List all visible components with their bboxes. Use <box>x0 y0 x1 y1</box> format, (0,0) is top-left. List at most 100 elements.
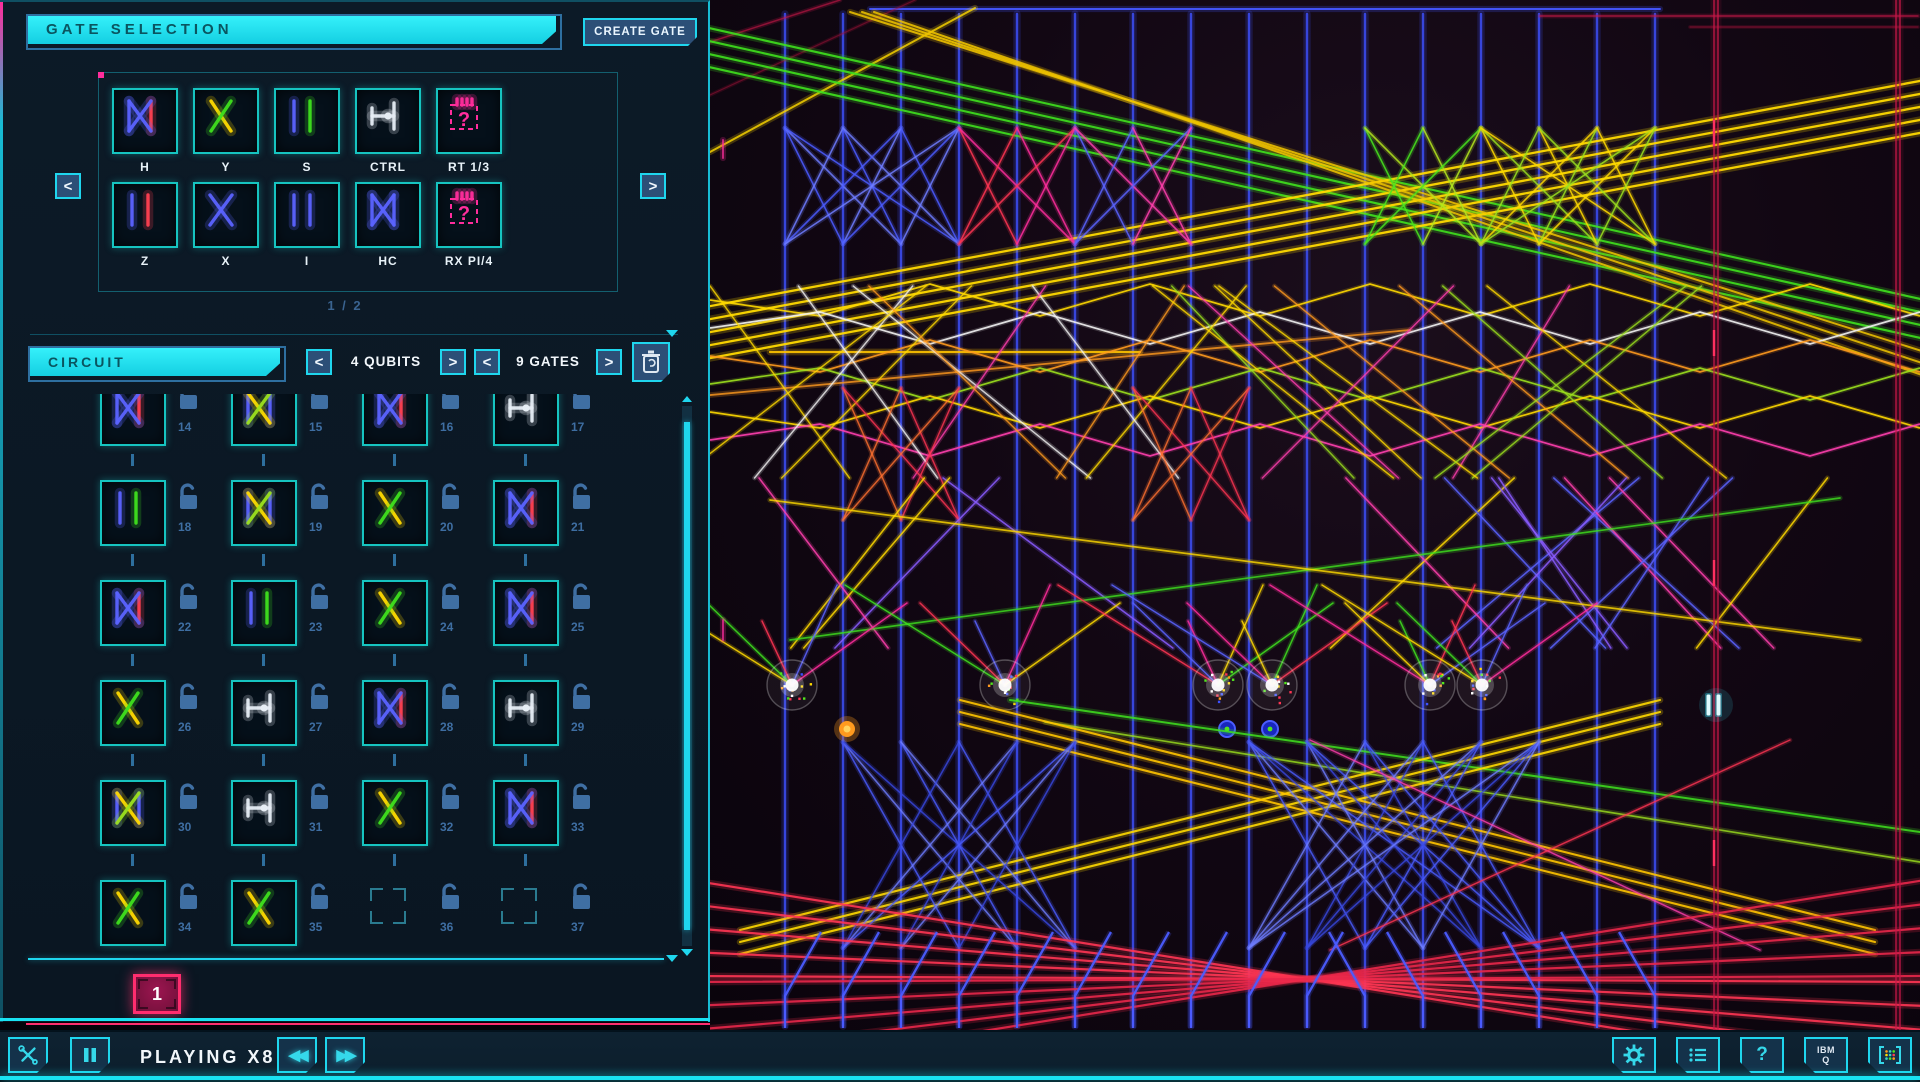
bottom-bar: PLAYING X8 ◀◀ ▶▶ ? IBM Q <box>0 1030 1920 1080</box>
empty-slot-tile[interactable] <box>362 880 428 946</box>
slot-number: 23 <box>309 620 322 634</box>
palette-gate-HC[interactable] <box>355 182 421 248</box>
unlocked-lock-icon <box>438 482 462 517</box>
slot-number: 26 <box>178 720 191 734</box>
gates-decrement-button[interactable]: < <box>474 349 500 375</box>
help-button[interactable]: ? <box>1740 1037 1784 1073</box>
palette-prev-button[interactable]: < <box>55 173 81 199</box>
palette-gate-H[interactable] <box>112 88 178 154</box>
unlocked-lock-icon <box>307 682 331 717</box>
panel-bottom-line <box>0 1018 710 1021</box>
slot-gate-tile[interactable] <box>362 680 428 746</box>
slot-gate-tile[interactable] <box>493 480 559 546</box>
create-gate-button[interactable]: CREATE GATE <box>583 18 697 46</box>
palette-gate-Y[interactable] <box>193 88 259 154</box>
slot-gate-tile[interactable] <box>362 580 428 646</box>
scroll-up-icon[interactable] <box>682 396 692 402</box>
unlocked-lock-icon <box>438 782 462 817</box>
slot-gate-tile[interactable] <box>231 680 297 746</box>
palette-gate-S[interactable] <box>274 88 340 154</box>
tools-button[interactable] <box>8 1037 48 1073</box>
slot-gate-tile[interactable] <box>231 394 297 446</box>
matrix-view-button[interactable] <box>1868 1037 1912 1073</box>
palette-gate-RT 1/3[interactable]: ? <box>436 88 502 154</box>
slot-gate-tile[interactable] <box>231 580 297 646</box>
gates-increment-button[interactable]: > <box>596 349 622 375</box>
unlocked-lock-icon <box>307 882 331 917</box>
palette-gate-X[interactable] <box>193 182 259 248</box>
palette-gate-label: I <box>262 254 352 268</box>
slot-connector <box>393 854 396 866</box>
circuit-page-badge[interactable]: 1 <box>133 974 181 1014</box>
slot-connector <box>131 754 134 766</box>
collapse-arrow-icon[interactable] <box>666 330 678 337</box>
unlocked-lock-icon <box>438 882 462 917</box>
slot-gate-tile[interactable] <box>100 394 166 446</box>
slot-connector <box>524 554 527 566</box>
slot-connector <box>393 754 396 766</box>
quantum-visualization-area <box>710 0 1920 1030</box>
slot-gate-tile[interactable] <box>493 680 559 746</box>
slot-number: 24 <box>440 620 453 634</box>
unlocked-lock-icon <box>438 582 462 617</box>
clear-circuit-button[interactable] <box>632 342 670 382</box>
circuit-scrollbar-thumb[interactable] <box>684 422 690 930</box>
palette-gate-I[interactable] <box>274 182 340 248</box>
slot-connector <box>262 454 265 466</box>
fast-forward-button[interactable]: ▶▶ <box>325 1037 365 1073</box>
palette-gate-label: RT 1/3 <box>424 160 514 174</box>
palette-gate-label: Z <box>100 254 190 268</box>
slot-gate-tile[interactable] <box>231 480 297 546</box>
slot-connector <box>524 454 527 466</box>
objectives-button[interactable] <box>1676 1037 1720 1073</box>
palette-page-indicator: 1 / 2 <box>300 298 390 313</box>
settings-button[interactable] <box>1612 1037 1656 1073</box>
slot-gate-tile[interactable] <box>493 780 559 846</box>
palette-gate-label: S <box>262 160 352 174</box>
fast-forward-icon: ▶▶ <box>336 1046 353 1064</box>
slot-number: 21 <box>571 520 584 534</box>
slot-number: 29 <box>571 720 584 734</box>
slot-gate-tile[interactable] <box>362 394 428 446</box>
slot-gate-tile[interactable] <box>100 780 166 846</box>
slot-gate-tile[interactable] <box>100 880 166 946</box>
slot-number: 33 <box>571 820 584 834</box>
slot-gate-tile[interactable] <box>362 480 428 546</box>
palette-next-button[interactable]: > <box>640 173 666 199</box>
unlocked-lock-icon <box>307 482 331 517</box>
palette-gate-Z[interactable] <box>112 182 178 248</box>
unlocked-lock-icon <box>176 394 200 417</box>
playback-status: PLAYING X8 <box>140 1032 275 1082</box>
slot-gate-tile[interactable] <box>100 580 166 646</box>
palette-gate-label: H <box>100 160 190 174</box>
ibmq-button[interactable]: IBM Q <box>1804 1037 1848 1073</box>
slot-number: 18 <box>178 520 191 534</box>
slot-gate-tile[interactable] <box>231 880 297 946</box>
empty-slot-tile[interactable] <box>493 880 559 946</box>
slot-connector <box>131 454 134 466</box>
qubits-increment-button[interactable]: > <box>440 349 466 375</box>
gear-icon <box>1622 1043 1646 1067</box>
slot-gate-tile[interactable] <box>100 480 166 546</box>
slot-gate-tile[interactable] <box>493 580 559 646</box>
rewind-button[interactable]: ◀◀ <box>277 1037 317 1073</box>
slot-gate-tile[interactable] <box>231 780 297 846</box>
slot-connector <box>524 754 527 766</box>
pause-button[interactable] <box>70 1037 110 1073</box>
slot-connector <box>262 554 265 566</box>
palette-gate-label: RX PI/4 <box>424 254 514 268</box>
palette-gate-RX PI/4[interactable]: ? <box>436 182 502 248</box>
unlocked-lock-icon <box>307 582 331 617</box>
slot-gate-tile[interactable] <box>493 394 559 446</box>
palette-gate-CTRL[interactable] <box>355 88 421 154</box>
scroll-down-icon[interactable] <box>681 949 693 956</box>
svg-text:?: ? <box>458 203 470 225</box>
slot-gate-tile[interactable] <box>100 680 166 746</box>
unlocked-lock-icon <box>176 682 200 717</box>
slot-number: 32 <box>440 820 453 834</box>
circuit-collapse-arrow-icon[interactable] <box>666 955 678 962</box>
palette-gate-label: Y <box>181 160 271 174</box>
qubits-decrement-button[interactable]: < <box>306 349 332 375</box>
circuit-scrollbar[interactable] <box>682 406 692 946</box>
slot-gate-tile[interactable] <box>362 780 428 846</box>
